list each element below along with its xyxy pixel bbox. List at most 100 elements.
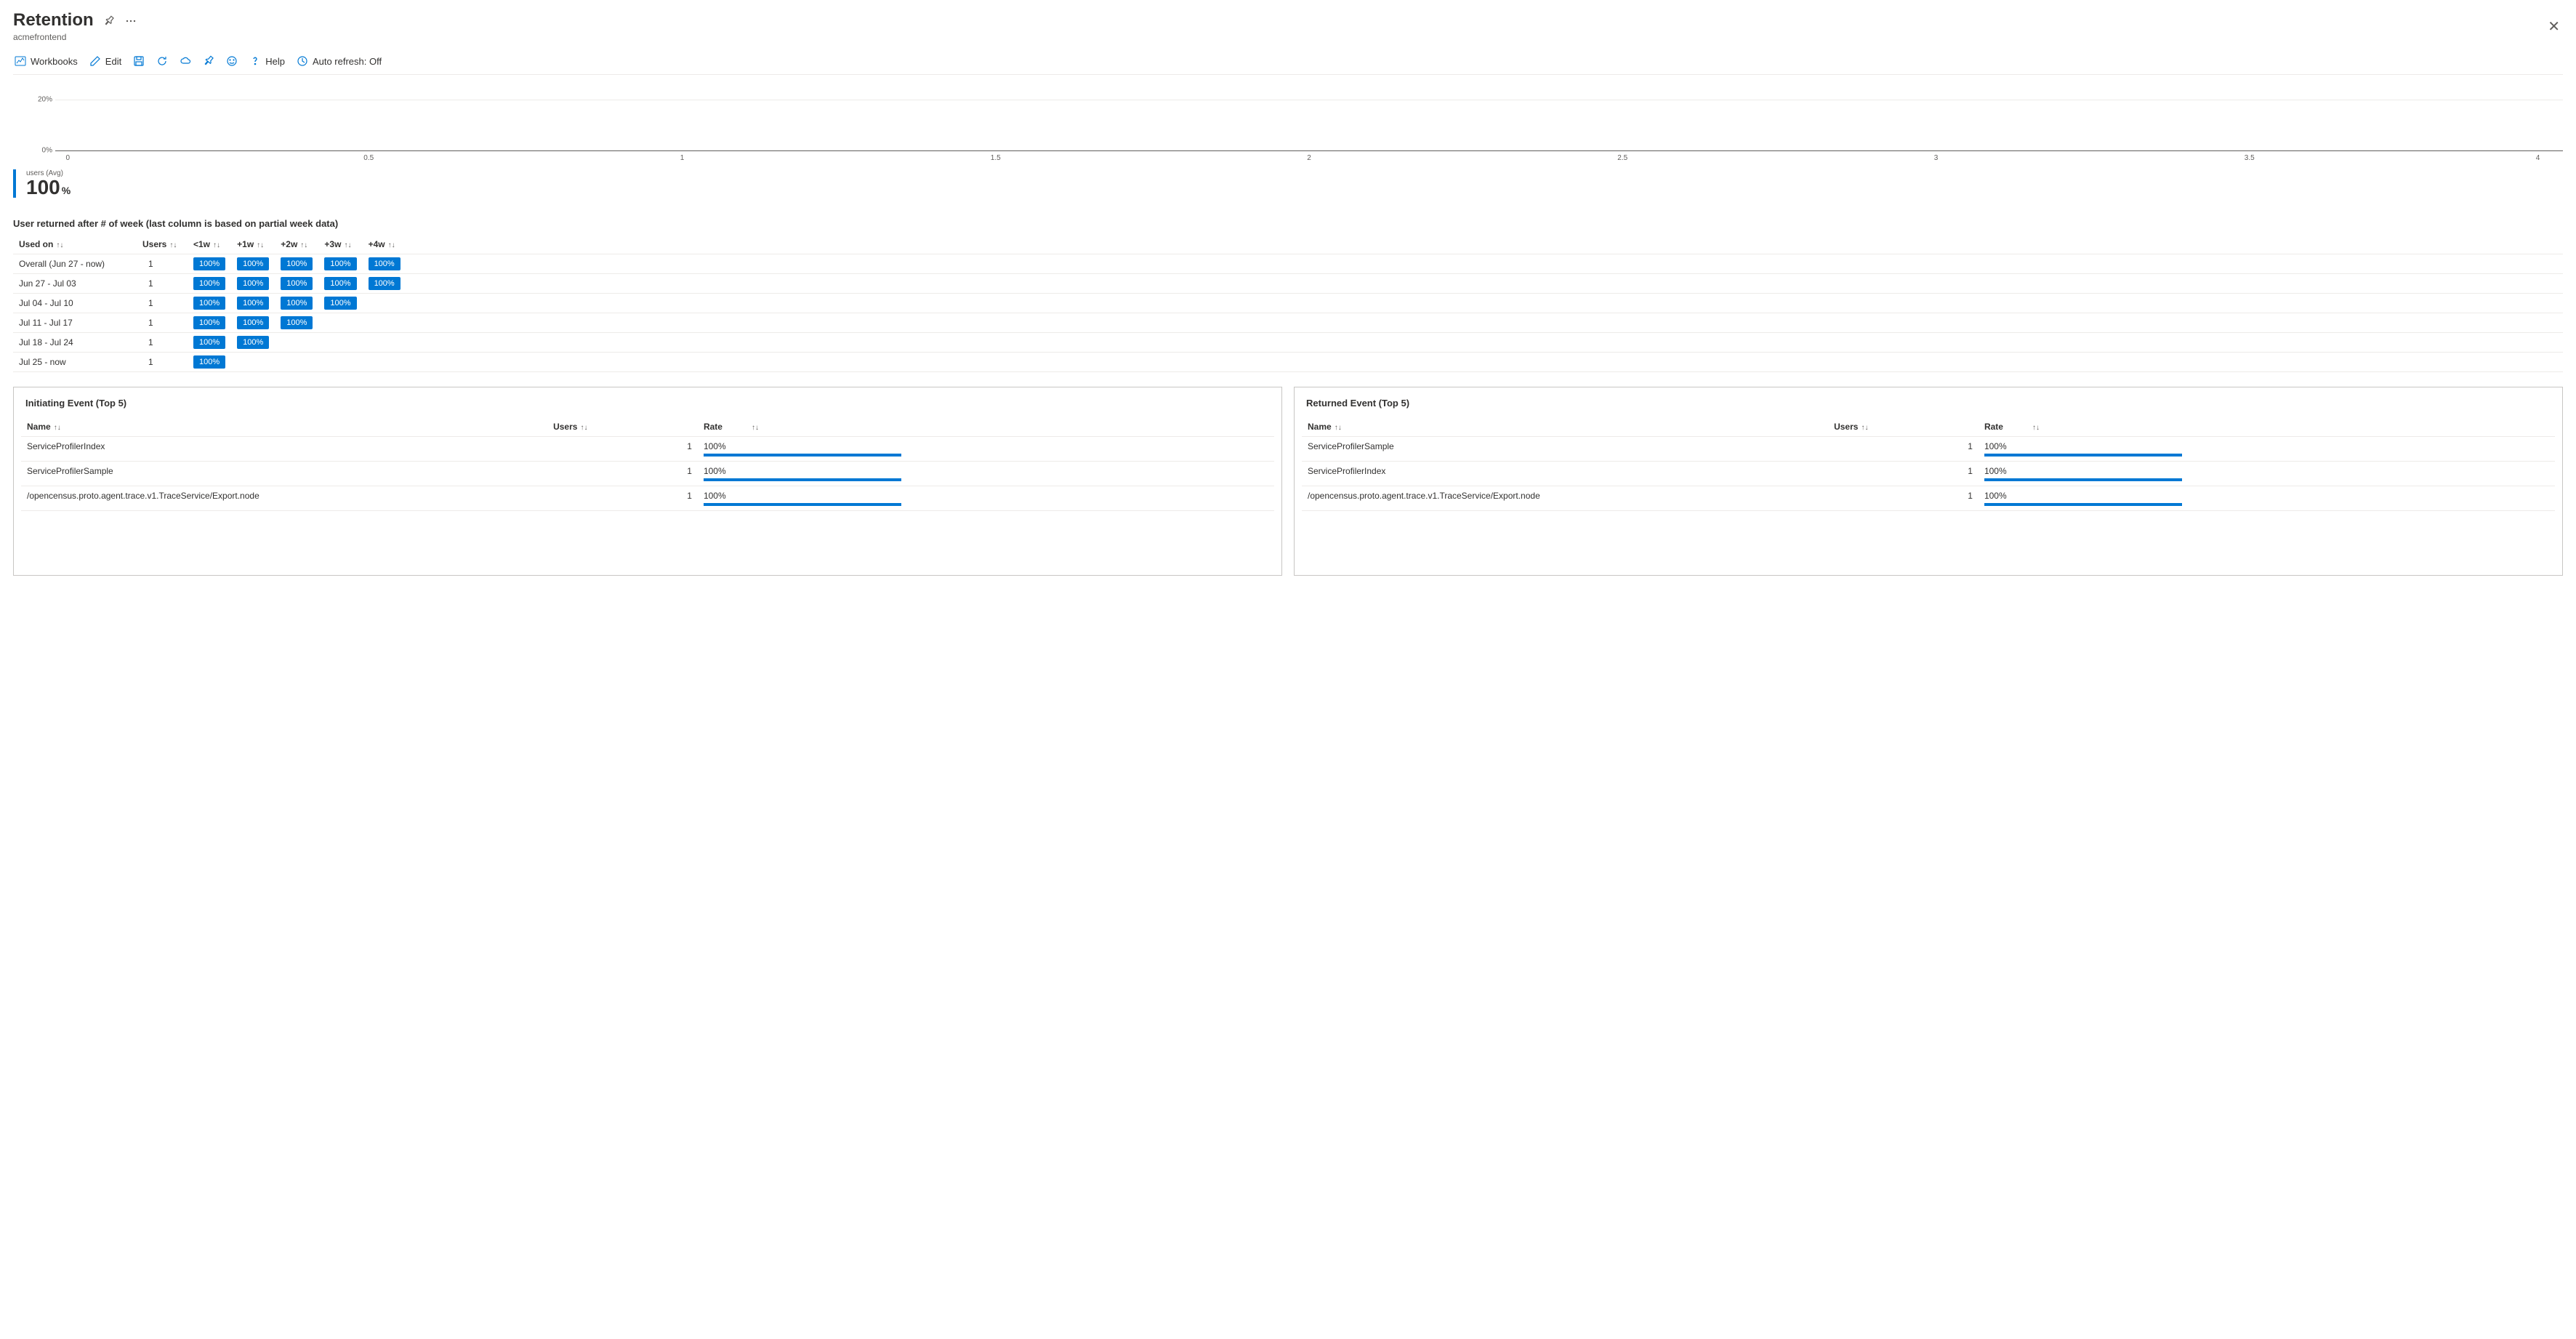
page-header: Retention acmefrontend ✕ — [13, 10, 2563, 42]
workbooks-label: Workbooks — [31, 56, 78, 67]
help-button[interactable]: Help — [249, 55, 285, 67]
cell-spacer — [406, 274, 2563, 294]
x-tick: 3.5 — [2245, 154, 2255, 162]
retention-title: User returned after # of week (last colu… — [13, 218, 2563, 229]
cell-spacer — [406, 254, 2563, 274]
cell-users: 1 — [547, 486, 698, 511]
retention-badge: 100% — [237, 297, 269, 310]
col-users[interactable]: Users↑↓ — [137, 235, 188, 254]
sort-icon: ↑↓ — [580, 424, 587, 432]
refresh-icon[interactable] — [156, 55, 168, 67]
cell-week: 100% — [363, 254, 406, 274]
col-usedon[interactable]: Used on↑↓ — [13, 235, 137, 254]
sort-icon: ↑↓ — [752, 424, 759, 432]
col-w4[interactable]: +4w↑↓ — [363, 235, 406, 254]
initiating-title: Initiating Event (Top 5) — [21, 398, 1274, 409]
col-name[interactable]: Name↑↓ — [1302, 417, 1828, 437]
feedback-icon[interactable] — [226, 55, 238, 67]
rate-bar — [704, 503, 901, 506]
cell-week: 100% — [363, 274, 406, 294]
cell-spacer — [406, 333, 2563, 353]
edit-button[interactable]: Edit — [89, 55, 121, 67]
col-w0[interactable]: <1w↑↓ — [188, 235, 231, 254]
rate-bar — [1984, 503, 2182, 506]
cell-week: 100% — [275, 254, 318, 274]
autorefresh-button[interactable]: Auto refresh: Off — [297, 55, 382, 67]
table-row[interactable]: /opencensus.proto.agent.trace.v1.TraceSe… — [21, 486, 1274, 511]
table-row[interactable]: Jul 11 - Jul 171100%100%100% — [13, 313, 2563, 333]
sort-icon: ↑↓ — [54, 424, 61, 432]
retention-badge: 100% — [324, 297, 356, 310]
cell-week: 100% — [275, 274, 318, 294]
col-w1[interactable]: +1w↑↓ — [231, 235, 275, 254]
cell-name: ServiceProfilerIndex — [1302, 462, 1828, 486]
retention-table: Used on↑↓ Users↑↓ <1w↑↓ +1w↑↓ +2w↑↓ +3w↑… — [13, 235, 2563, 372]
cell-rate: 100% — [698, 486, 1274, 511]
sort-icon: ↑↓ — [2032, 424, 2040, 432]
x-tick: 1 — [680, 154, 685, 162]
rate-text: 100% — [1984, 466, 2549, 476]
table-row[interactable]: Jul 04 - Jul 101100%100%100%100% — [13, 294, 2563, 313]
x-tick: 3 — [1934, 154, 1939, 162]
more-icon[interactable] — [124, 15, 137, 28]
cell-week-empty — [363, 353, 406, 372]
cell-users: 1 — [1828, 486, 1979, 511]
table-row[interactable]: ServiceProfilerSample1100% — [21, 462, 1274, 486]
table-row[interactable]: ServiceProfilerIndex1100% — [1302, 462, 2555, 486]
sort-icon: ↑↓ — [169, 241, 177, 249]
retention-badge: 100% — [281, 257, 313, 270]
autorefresh-label: Auto refresh: Off — [313, 56, 382, 67]
rate-text: 100% — [1984, 441, 2549, 451]
table-row[interactable]: Overall (Jun 27 - now)1100%100%100%100%1… — [13, 254, 2563, 274]
col-rate[interactable]: Rate↑↓ — [698, 417, 1274, 437]
chart-grid — [55, 78, 2563, 150]
col-users[interactable]: Users↑↓ — [1828, 417, 1979, 437]
cell-week: 100% — [188, 313, 231, 333]
retention-badge: 100% — [369, 257, 401, 270]
table-row[interactable]: Jun 27 - Jul 031100%100%100%100%100% — [13, 274, 2563, 294]
rate-bar — [704, 454, 901, 457]
save-icon[interactable] — [133, 55, 145, 67]
initiating-table: Name↑↓ Users↑↓ Rate↑↓ ServiceProfilerInd… — [21, 417, 1274, 511]
sort-icon: ↑↓ — [213, 241, 220, 249]
metric-label: users (Avg) — [26, 169, 2563, 177]
cell-week-empty — [318, 353, 362, 372]
cell-week: 100% — [188, 294, 231, 313]
col-users[interactable]: Users↑↓ — [547, 417, 698, 437]
panels-row: Initiating Event (Top 5) Name↑↓ Users↑↓ … — [13, 387, 2563, 576]
cell-name: ServiceProfilerSample — [21, 462, 547, 486]
cell-week: 100% — [231, 313, 275, 333]
retention-badge: 100% — [193, 316, 225, 329]
col-w2[interactable]: +2w↑↓ — [275, 235, 318, 254]
x-tick: 0.5 — [363, 154, 374, 162]
x-tick: 2 — [1307, 154, 1311, 162]
y-tick: 0% — [42, 147, 52, 155]
cell-usedon: Jul 25 - now — [13, 353, 137, 372]
pin-icon[interactable] — [102, 15, 116, 28]
sort-icon: ↑↓ — [388, 241, 395, 249]
table-row[interactable]: Jul 25 - now1100% — [13, 353, 2563, 372]
cloud-icon[interactable] — [180, 55, 191, 67]
workbooks-button[interactable]: Workbooks — [15, 55, 78, 67]
cell-week-empty — [363, 333, 406, 353]
table-row[interactable]: ServiceProfilerSample1100% — [1302, 437, 2555, 462]
cell-rate: 100% — [1979, 486, 2555, 511]
retention-badge: 100% — [281, 297, 313, 310]
col-name[interactable]: Name↑↓ — [21, 417, 547, 437]
metric-card: users (Avg) 100% — [13, 169, 2563, 198]
chart-x-axis: 0 0.5 1 1.5 2 2.5 3 3.5 4 — [55, 150, 2563, 165]
cell-week: 100% — [318, 274, 362, 294]
close-button[interactable]: ✕ — [2545, 15, 2563, 39]
table-row[interactable]: Jul 18 - Jul 241100%100% — [13, 333, 2563, 353]
table-row[interactable]: /opencensus.proto.agent.trace.v1.TraceSe… — [1302, 486, 2555, 511]
pin-toolbar-icon[interactable] — [203, 55, 214, 67]
table-row[interactable]: ServiceProfilerIndex1100% — [21, 437, 1274, 462]
cell-rate: 100% — [698, 437, 1274, 462]
col-w3[interactable]: +3w↑↓ — [318, 235, 362, 254]
cell-week: 100% — [188, 254, 231, 274]
metric-number: 100 — [26, 176, 60, 198]
sort-icon: ↑↓ — [344, 241, 351, 249]
sort-icon: ↑↓ — [56, 241, 63, 249]
col-rate[interactable]: Rate↑↓ — [1979, 417, 2555, 437]
cell-usedon: Jun 27 - Jul 03 — [13, 274, 137, 294]
